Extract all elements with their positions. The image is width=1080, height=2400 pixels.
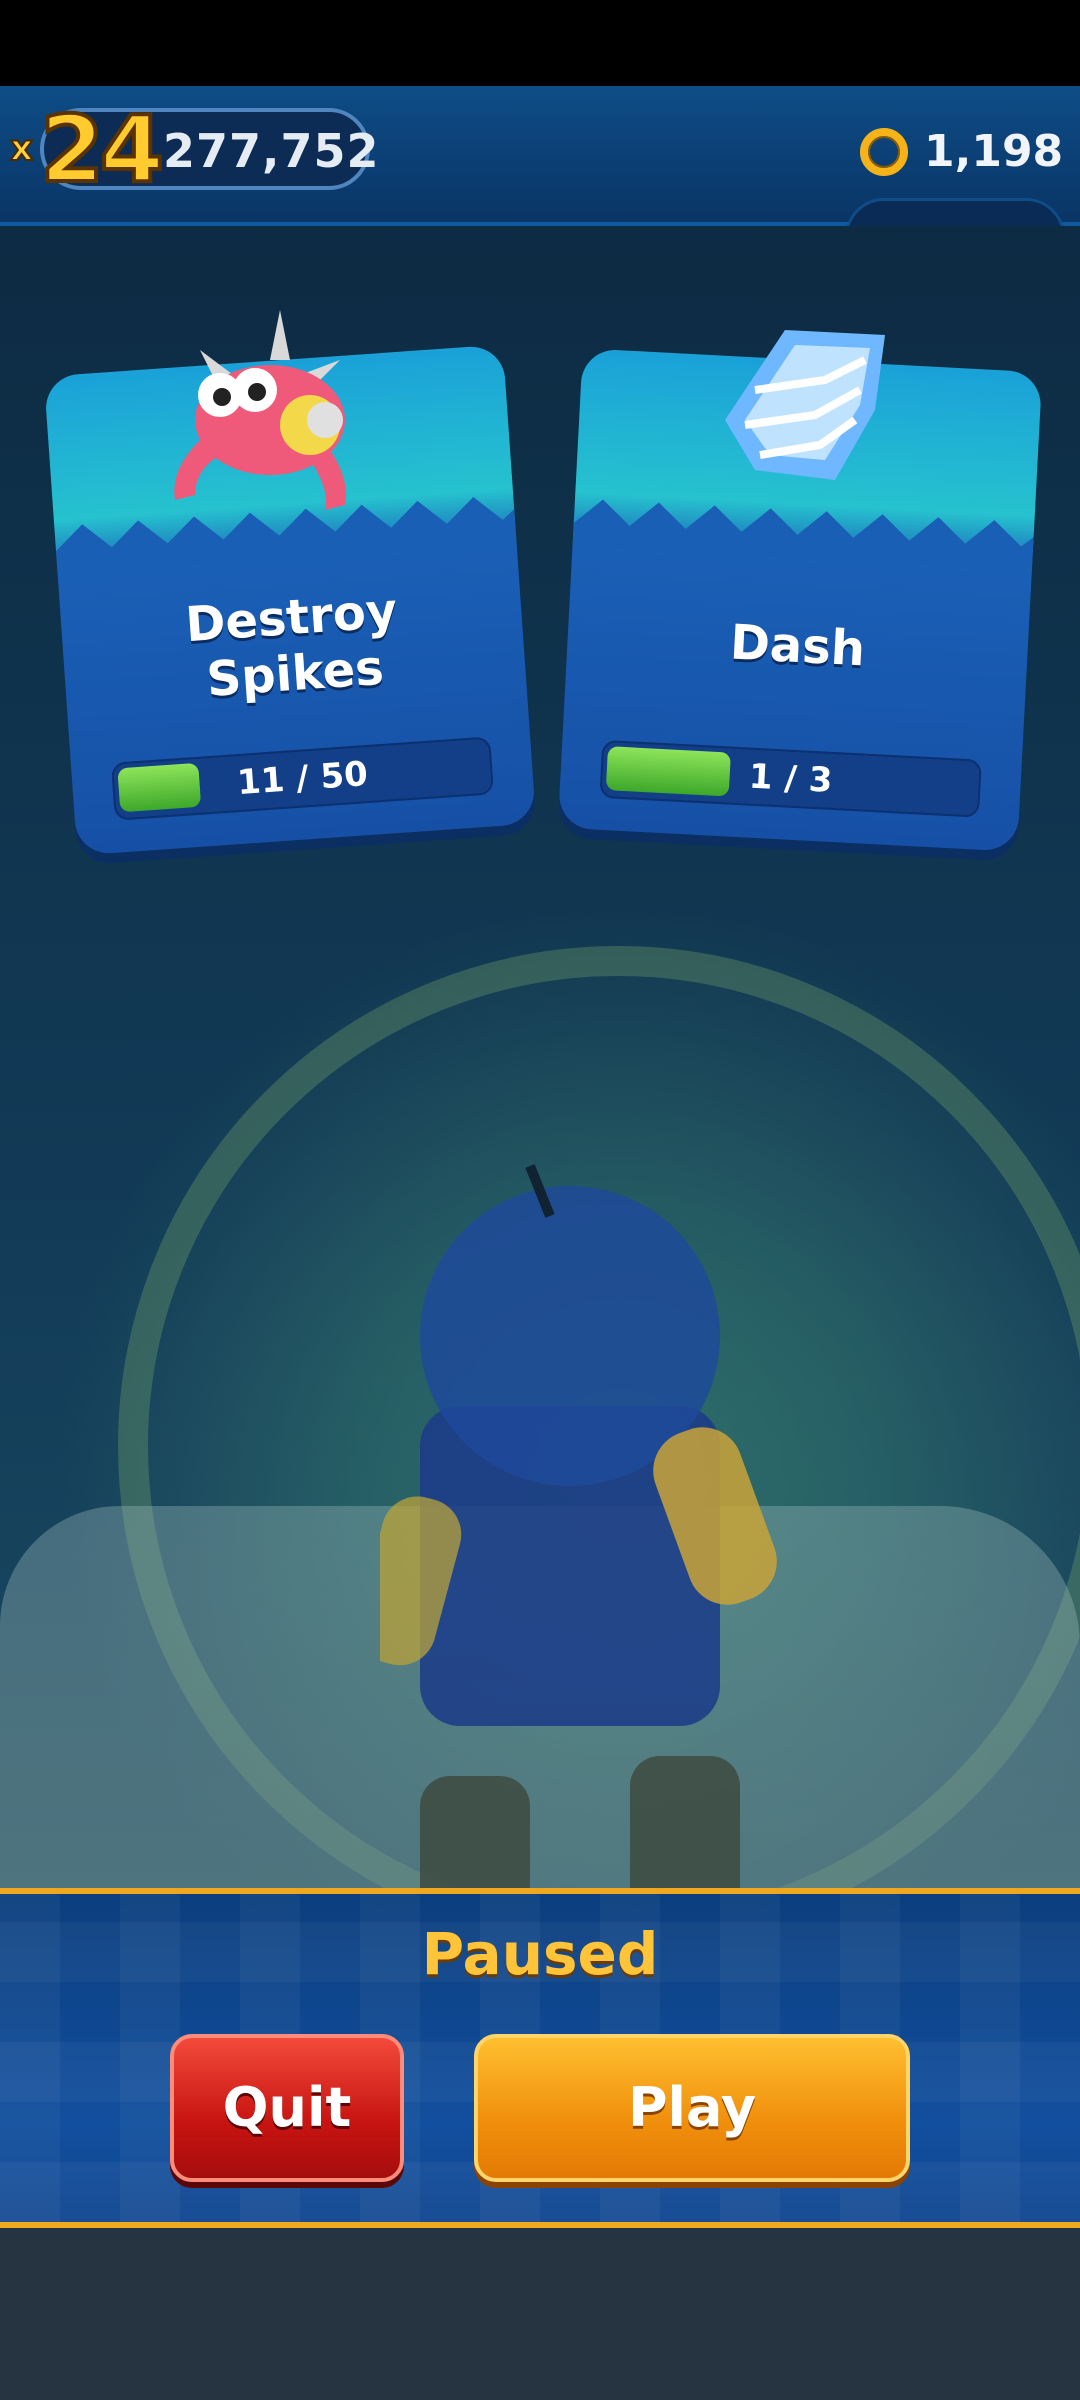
mission-title: Destroy Spikes: [183, 582, 399, 708]
mission-progress-text: 11 / 50: [235, 754, 370, 804]
quit-button[interactable]: Quit: [170, 2034, 404, 2182]
top-hud: [0, 86, 1080, 276]
mission-progress-bar: 1 / 3: [599, 739, 982, 818]
play-button[interactable]: Play: [474, 2034, 910, 2182]
mission-title: Dash: [728, 614, 867, 678]
spiky-crab-enemy-icon: [174, 310, 346, 510]
paused-title: Paused: [421, 1920, 659, 1988]
mission-progress-bar: 11 / 50: [110, 736, 495, 821]
card-zigzag-divider: [572, 499, 1034, 573]
ring-count: 1,198: [924, 126, 1064, 177]
score-value: 277,752: [163, 124, 380, 178]
navigation-bar: [0, 2228, 1080, 2400]
multiplier-prefix: x: [9, 127, 34, 170]
mission-progress-text: 1 / 3: [747, 756, 834, 801]
android-robot-character: [380, 1164, 777, 1936]
dash-crystal-icon: [725, 330, 885, 480]
status-bar: [0, 0, 1080, 86]
gold-ring-icon: [860, 128, 908, 176]
score-multiplier: 24: [38, 96, 166, 203]
